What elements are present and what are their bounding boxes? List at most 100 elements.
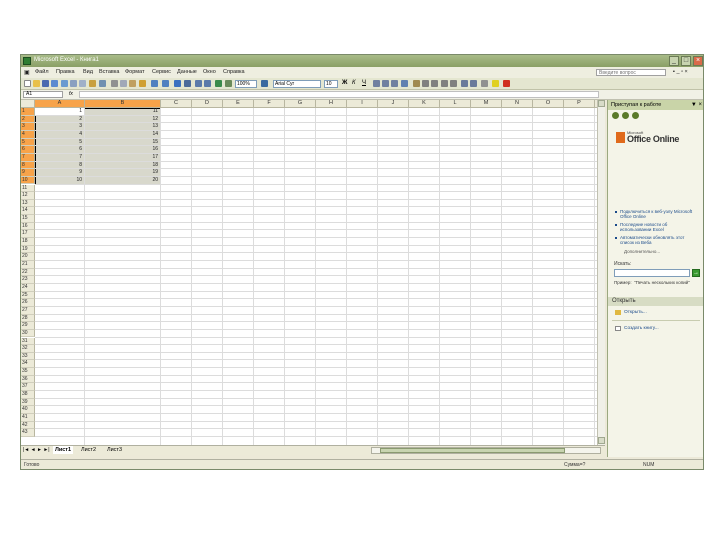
column-header-a[interactable]: A bbox=[35, 100, 85, 108]
row-header-18[interactable]: 18 bbox=[21, 238, 35, 246]
column-header-j[interactable]: J bbox=[378, 100, 409, 108]
scroll-down-arrow[interactable] bbox=[598, 437, 605, 444]
sort-ascending-icon[interactable] bbox=[195, 80, 202, 87]
row-header-17[interactable]: 17 bbox=[21, 230, 35, 239]
row-header-7[interactable]: 7 bbox=[21, 153, 35, 162]
insert-function-button[interactable]: fx bbox=[69, 91, 73, 97]
decrease-indent-icon[interactable] bbox=[461, 80, 468, 87]
sheet-tab-3[interactable]: Лист3 bbox=[105, 446, 124, 454]
drawing-icon[interactable] bbox=[225, 80, 232, 87]
menu-file[interactable]: Файл bbox=[35, 69, 49, 75]
print-icon[interactable] bbox=[70, 80, 77, 87]
sheet-nav-buttons[interactable]: |◄ ◄ ► ►| bbox=[23, 447, 50, 453]
cell-a3[interactable]: 3 bbox=[35, 123, 82, 130]
link-excel-news[interactable]: Последние новости об использовании Excel bbox=[620, 222, 698, 232]
row-header-42[interactable]: 42 bbox=[21, 421, 35, 430]
cell-a4[interactable]: 4 bbox=[35, 131, 82, 138]
row-header-35[interactable]: 35 bbox=[21, 368, 35, 376]
task-pane-close-button[interactable]: ▼ × bbox=[691, 100, 702, 110]
column-header-f[interactable]: F bbox=[254, 100, 285, 108]
row-header-19[interactable]: 19 bbox=[21, 245, 35, 254]
email-icon[interactable] bbox=[61, 80, 68, 87]
cell-a5[interactable]: 5 bbox=[35, 139, 82, 146]
column-header-p[interactable]: P bbox=[564, 100, 595, 108]
chart-wizard-icon[interactable] bbox=[215, 80, 222, 87]
help-icon[interactable] bbox=[261, 80, 268, 87]
row-header-8[interactable]: 8 bbox=[21, 161, 35, 170]
link-office-online[interactable]: Подключиться к веб-узлу Microsoft Office… bbox=[620, 209, 698, 219]
permission-icon[interactable] bbox=[51, 80, 58, 87]
cell-b7[interactable]: 17 bbox=[85, 154, 158, 161]
format-painter-icon[interactable] bbox=[139, 80, 146, 87]
row-header-14[interactable]: 14 bbox=[21, 207, 35, 216]
bold-button[interactable]: Ж bbox=[342, 80, 347, 86]
new-icon[interactable] bbox=[24, 80, 31, 87]
redo-icon[interactable] bbox=[162, 80, 169, 87]
save-icon[interactable] bbox=[42, 80, 49, 87]
select-all-corner[interactable] bbox=[21, 100, 35, 108]
column-header-e[interactable]: E bbox=[223, 100, 254, 108]
menu-tools[interactable]: Сервис bbox=[152, 69, 171, 75]
cell-b10[interactable]: 20 bbox=[85, 177, 158, 184]
menu-view[interactable]: Вид bbox=[83, 69, 93, 75]
column-header-n[interactable]: N bbox=[502, 100, 533, 108]
minimize-button[interactable]: _ bbox=[669, 56, 679, 66]
cell-a10[interactable]: 10 bbox=[35, 177, 82, 184]
row-header-1[interactable]: 1 bbox=[21, 108, 35, 116]
row-header-41[interactable]: 41 bbox=[21, 414, 35, 422]
undo-icon[interactable] bbox=[151, 80, 158, 87]
spelling-icon[interactable] bbox=[89, 80, 96, 87]
cell-b5[interactable]: 15 bbox=[85, 139, 158, 146]
row-header-28[interactable]: 28 bbox=[21, 314, 35, 323]
row-header-6[interactable]: 6 bbox=[21, 146, 35, 154]
borders-icon[interactable] bbox=[481, 80, 488, 87]
document-window-controls[interactable]: ▪ _ ▫ × bbox=[673, 69, 688, 75]
underline-button[interactable]: Ч bbox=[362, 80, 366, 86]
column-header-d[interactable]: D bbox=[192, 100, 223, 108]
sort-descending-icon[interactable] bbox=[204, 80, 211, 87]
menu-insert[interactable]: Вставка bbox=[99, 69, 119, 75]
cell-a9[interactable]: 9 bbox=[35, 169, 82, 176]
decrease-decimal-icon[interactable] bbox=[450, 80, 457, 87]
currency-icon[interactable] bbox=[413, 80, 420, 87]
font-color-icon[interactable] bbox=[503, 80, 510, 87]
align-left-icon[interactable] bbox=[373, 80, 380, 87]
back-icon[interactable] bbox=[612, 112, 619, 119]
sheet-tab-1[interactable]: Лист1 bbox=[53, 446, 74, 454]
row-header-10[interactable]: 10 bbox=[21, 176, 35, 185]
link-more[interactable]: Дополнительно... bbox=[624, 249, 702, 254]
row-header-34[interactable]: 34 bbox=[21, 360, 35, 369]
worksheet-grid[interactable]: ABCDEFGHIJKLMNOPQ12345678910111213141516… bbox=[21, 100, 597, 445]
horizontal-scroll-thumb[interactable] bbox=[380, 448, 565, 453]
research-icon[interactable] bbox=[99, 80, 106, 87]
column-header-i[interactable]: I bbox=[347, 100, 378, 108]
cell-b1[interactable]: 11 bbox=[85, 108, 158, 115]
cut-icon[interactable] bbox=[111, 80, 118, 87]
row-header-15[interactable]: 15 bbox=[21, 215, 35, 223]
row-header-37[interactable]: 37 bbox=[21, 383, 35, 392]
cell-a1[interactable]: 1 bbox=[35, 108, 82, 115]
cell-b9[interactable]: 19 bbox=[85, 169, 158, 176]
row-header-32[interactable]: 32 bbox=[21, 345, 35, 353]
forward-icon[interactable] bbox=[622, 112, 629, 119]
row-header-20[interactable]: 20 bbox=[21, 253, 35, 261]
menu-data[interactable]: Данные bbox=[177, 69, 197, 75]
row-header-4[interactable]: 4 bbox=[21, 130, 35, 139]
row-header-11[interactable]: 11 bbox=[21, 184, 35, 193]
search-go-button[interactable]: → bbox=[692, 269, 700, 277]
align-center-icon[interactable] bbox=[382, 80, 389, 87]
row-header-12[interactable]: 12 bbox=[21, 192, 35, 200]
increase-indent-icon[interactable] bbox=[470, 80, 477, 87]
cell-b8[interactable]: 18 bbox=[85, 162, 158, 169]
hyperlink-icon[interactable] bbox=[174, 80, 181, 87]
close-button[interactable]: × bbox=[693, 56, 703, 66]
create-workbook-link[interactable]: Создать книгу... bbox=[624, 326, 659, 331]
row-header-26[interactable]: 26 bbox=[21, 299, 35, 307]
column-header-g[interactable]: G bbox=[285, 100, 316, 108]
font-select[interactable]: Arial Cyr bbox=[273, 80, 321, 88]
row-header-5[interactable]: 5 bbox=[21, 138, 35, 147]
row-header-33[interactable]: 33 bbox=[21, 352, 35, 361]
row-header-24[interactable]: 24 bbox=[21, 283, 35, 292]
help-search-input[interactable]: Введите вопрос bbox=[596, 69, 666, 76]
row-header-36[interactable]: 36 bbox=[21, 375, 35, 384]
